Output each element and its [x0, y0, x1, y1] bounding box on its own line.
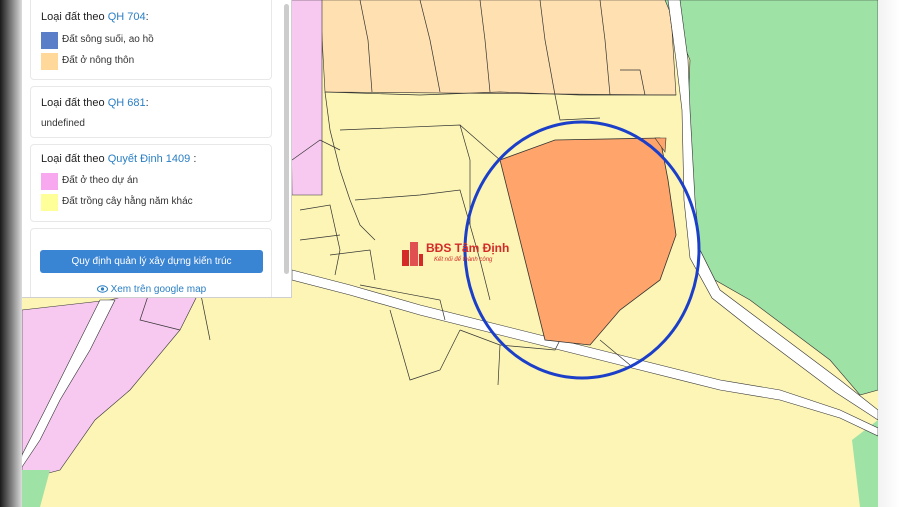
card-qd1409-title: Loại đất theo Quyết Định 1409 :: [41, 153, 196, 165]
card-qh704-title-prefix: Loại đất theo: [41, 11, 105, 23]
legend-swatch-river: [41, 32, 58, 49]
legend-swatch-project: [41, 173, 58, 190]
watermark-title: BĐS Tâm Định: [426, 241, 510, 255]
project-residential-zone-top[interactable]: [289, 0, 323, 196]
watermark-subtitle: Kết nối để thành công: [434, 257, 493, 263]
google-map-link[interactable]: Xem trên google map: [40, 284, 263, 295]
card-qh704-title-suffix: :: [145, 11, 149, 23]
legend-swatch-annual-crops: [41, 194, 58, 211]
card-qd1409: Loại đất theo Quyết Định 1409 : Đất ở th…: [30, 144, 272, 222]
panel-scrollbar[interactable]: [284, 4, 289, 274]
left-edge-shade: [0, 0, 22, 507]
building-icon: [400, 240, 424, 271]
legend-swatch-rural: [41, 53, 58, 70]
legend-label-project: Đất ở theo dự án: [62, 175, 139, 186]
google-map-link-label: Xem trên google map: [110, 284, 207, 295]
card-qh681-value: undefined: [41, 118, 85, 129]
card-qd1409-title-prefix: Loại đất theo: [41, 153, 105, 165]
card-qh704-title: Loại đất theo QH 704:: [41, 11, 149, 23]
land-info-panel: Loại đất theo QH 704: Đất sông suối, ao …: [22, 0, 292, 298]
card-qh704: Loại đất theo QH 704: Đất sông suối, ao …: [30, 0, 272, 80]
card-qd1409-title-suffix: :: [193, 153, 197, 165]
card-qh681-title-link[interactable]: QH 681: [108, 97, 146, 109]
watermark-logo: BĐS Tâm Định Kết nối để thành công: [398, 237, 510, 271]
eye-icon: [96, 284, 111, 295]
card-qh681-title-suffix: :: [145, 97, 149, 109]
card-qh681-title: Loại đất theo QH 681:: [41, 97, 149, 109]
legend-label-river: Đất sông suối, ao hồ: [62, 34, 154, 45]
legend-label-rural: Đất ở nông thôn: [62, 55, 135, 66]
rural-residential-zone[interactable]: [319, 0, 677, 96]
card-qh681: Loại đất theo QH 681: undefined: [30, 86, 272, 138]
right-edge-shade: [878, 0, 900, 507]
architecture-rules-button[interactable]: Quy định quản lý xây dựng kiến trúc: [40, 250, 263, 273]
legend-label-annual-crops: Đất trồng cây hằng năm khác: [62, 196, 193, 207]
card-qh704-title-link[interactable]: QH 704: [108, 11, 146, 23]
card-qh681-title-prefix: Loại đất theo: [41, 97, 105, 109]
card-qd1409-title-link[interactable]: Quyết Định 1409: [108, 153, 191, 165]
